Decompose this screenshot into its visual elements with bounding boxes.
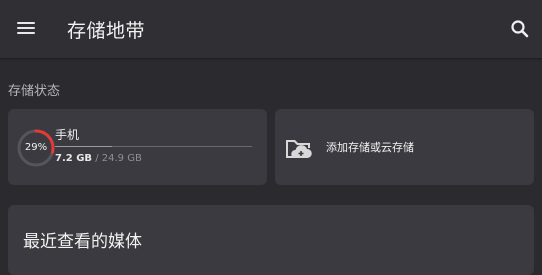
storage-percent: 29% <box>24 142 48 153</box>
section-label-storage-status: 存储状态 <box>8 84 61 99</box>
add-storage-label: 添加存储或云存储 <box>326 141 414 154</box>
usage-bar-fill <box>55 146 113 147</box>
recent-media-title: 最近查看的媒体 <box>23 232 142 252</box>
total-space: 24.9 GB <box>101 153 142 164</box>
app-title: 存储地带 <box>67 20 146 42</box>
used-space: 7.2 GB <box>55 153 93 164</box>
search-icon[interactable] <box>506 15 534 43</box>
usage-text: 7.2 GB / 24.9 GB <box>55 153 142 164</box>
cloud-add-icon <box>286 140 312 158</box>
phone-storage-card[interactable]: 29% 手机 7.2 GB / 24.9 GB <box>8 109 267 185</box>
add-storage-card[interactable]: 添加存储或云存储 <box>275 109 534 185</box>
menu-icon[interactable] <box>12 14 40 42</box>
device-name: 手机 <box>55 128 80 142</box>
app-bar: 存储地带 <box>0 0 542 58</box>
recent-media-card: 最近查看的媒体 <box>8 205 534 275</box>
usage-bar <box>55 146 252 147</box>
usage-separator: / <box>95 153 99 164</box>
